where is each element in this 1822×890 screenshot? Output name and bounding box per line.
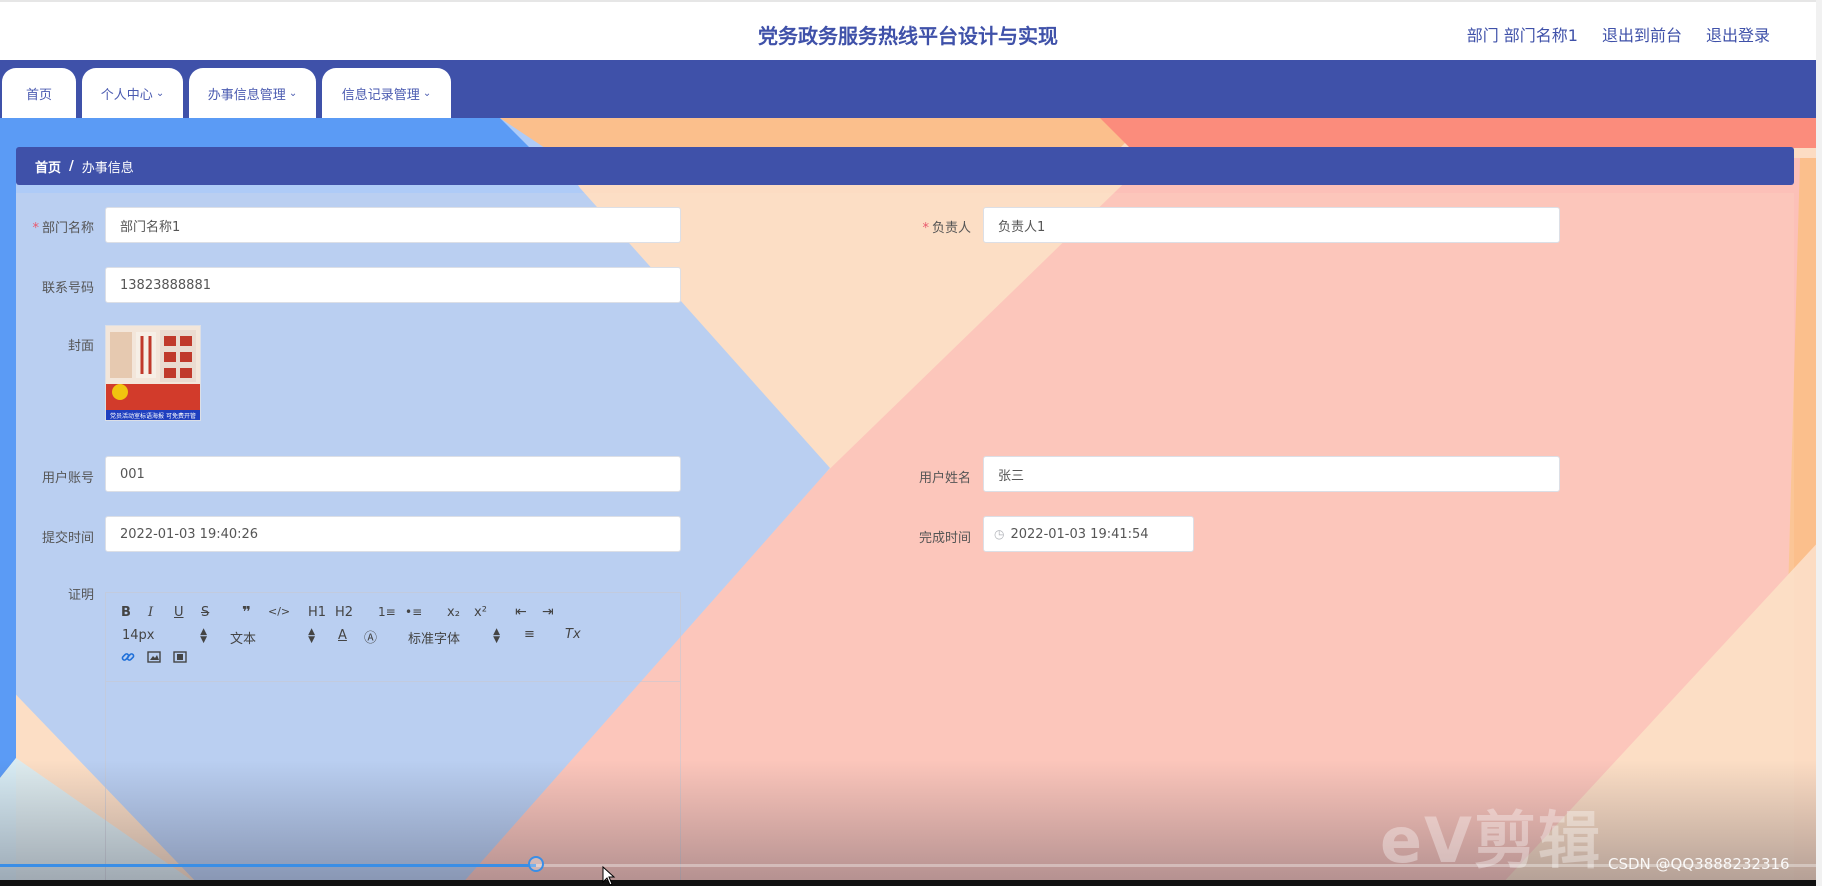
heading1-button[interactable]: H1 [308,605,326,620]
tab-affairs-management[interactable]: 办事信息管理 ⌄ [189,68,316,118]
account-input[interactable]: 001 [105,456,681,492]
chevron-down-icon: ⌄ [155,87,165,99]
phone-input[interactable]: 13823888881 [105,267,681,303]
owner-label-text: 负责人 [931,221,971,236]
finish-time-value: 2022-01-03 19:41:54 [1010,526,1149,542]
back-to-frontend-link[interactable]: 退出到前台 [1602,22,1682,46]
main-nav: 首页 个人中心 ⌄ 办事信息管理 ⌄ 信息记录管理 ⌄ [0,60,1816,118]
breadcrumb-current: 办事信息 [81,160,134,176]
phone-label: 联系号码 [41,281,94,296]
page-scrollbar[interactable] [1816,0,1822,886]
account-label: 用户账号 [41,471,94,486]
owner-input[interactable]: 负责人1 [983,207,1560,243]
bg-red-band [1100,118,1822,148]
tab-home-label: 首页 [25,87,52,103]
ordered-list-button[interactable]: 1≡ [378,605,396,619]
breadcrumb-separator: / [69,158,74,174]
video-progress-fill [0,864,536,867]
tab-record-management-label: 信息记录管理 [341,87,420,103]
editor-toolbar: B I U S ❞ </> H1 H2 1≡ •≡ x₂ x² ⇤ ⇥ 14px… [106,593,680,682]
required-mark: * [32,221,39,236]
bg-orange-band [500,118,1150,148]
bullet-list-button[interactable]: •≡ [405,605,422,619]
indent-button[interactable]: ⇥ [542,604,554,620]
current-user-link[interactable]: 部门 部门名称1 [1467,22,1578,46]
submit-time-input[interactable]: 2022-01-03 19:40:26 [105,516,681,552]
required-mark: * [922,221,929,236]
video-progress-bar[interactable] [0,856,1822,872]
chevron-down-icon: ⌄ [288,87,298,99]
submit-time-label: 提交时间 [41,531,94,546]
align-button[interactable]: ≡ [524,627,535,642]
dept-label-text: 部门名称 [41,221,94,236]
block-type-select[interactable]: 文本 ▲ ▼ [230,627,315,648]
outdent-button[interactable]: ⇤ [515,604,527,620]
italic-button[interactable]: I [148,605,153,620]
poster-thumbnail: 党员活动室标语海报 可免费开管 [106,326,200,420]
proof-label: 证明 [67,588,94,603]
owner-label: * 负责人 [893,217,971,236]
strike-button[interactable]: S [201,605,209,620]
subscript-button[interactable]: x₂ [447,605,460,620]
select-arrows-icon: ▲ ▼ [493,627,500,645]
tab-personal-center-label: 个人中心 [100,87,153,103]
video-icon[interactable] [173,650,187,668]
blockquote-button[interactable]: ❞ [242,603,251,621]
bold-button[interactable]: B [121,605,131,620]
chevron-down-icon: ⌄ [422,87,432,99]
top-links: 部门 部门名称1 退出到前台 退出登录 [1467,22,1770,46]
dept-label: * 部门名称 [16,217,94,236]
username-input[interactable]: 张三 [983,456,1560,492]
clock-icon: ◷ [994,527,1005,541]
cover-label: 封面 [67,339,94,354]
heading2-button[interactable]: H2 [335,605,353,620]
bottom-strip [0,880,1822,886]
background-color-button[interactable]: Ⓐ [364,627,377,646]
finish-time-picker[interactable]: ◷ 2022-01-03 19:41:54 [983,516,1194,552]
clear-format-button[interactable]: Tx [565,627,581,642]
tab-home[interactable]: 首页 [2,68,76,118]
superscript-button[interactable]: x² [474,605,487,620]
font-color-button[interactable]: A [338,628,347,643]
video-progress-knob[interactable] [528,856,544,872]
link-icon[interactable] [121,650,135,668]
breadcrumb-home[interactable]: 首页 [35,157,61,176]
font-family-select[interactable]: 标准字体 ▲ ▼ [408,627,500,648]
block-type-value: 文本 [230,632,257,647]
font-family-value: 标准字体 [408,632,461,647]
poster-caption: 党员活动室标语海报 可免费开管 [110,412,196,420]
tab-affairs-management-label: 办事信息管理 [207,87,286,103]
font-size-value: 14px [122,628,155,643]
tab-personal-center[interactable]: 个人中心 ⌄ [82,68,183,118]
mouse-cursor-icon [602,865,616,890]
top-bar: 党务政务服务热线平台设计与实现 部门 部门名称1 退出到前台 退出登录 [0,0,1816,62]
cover-image[interactable]: 党员活动室标语海报 可免费开管 [105,325,201,421]
finish-time-label: 完成时间 [918,531,971,546]
username-label: 用户姓名 [918,471,971,486]
dept-input[interactable]: 部门名称1 [105,207,681,243]
font-size-select[interactable]: 14px ▲ ▼ [122,627,207,645]
underline-button[interactable]: U [174,605,184,620]
code-block-button[interactable]: </> [268,605,290,618]
select-arrows-icon: ▲ ▼ [308,627,315,645]
tab-record-management[interactable]: 信息记录管理 ⌄ [322,68,451,118]
select-arrows-icon: ▲ ▼ [200,627,207,645]
breadcrumb: 首页 / 办事信息 [16,147,1794,185]
image-icon[interactable] [147,650,161,668]
logout-link[interactable]: 退出登录 [1706,22,1770,46]
